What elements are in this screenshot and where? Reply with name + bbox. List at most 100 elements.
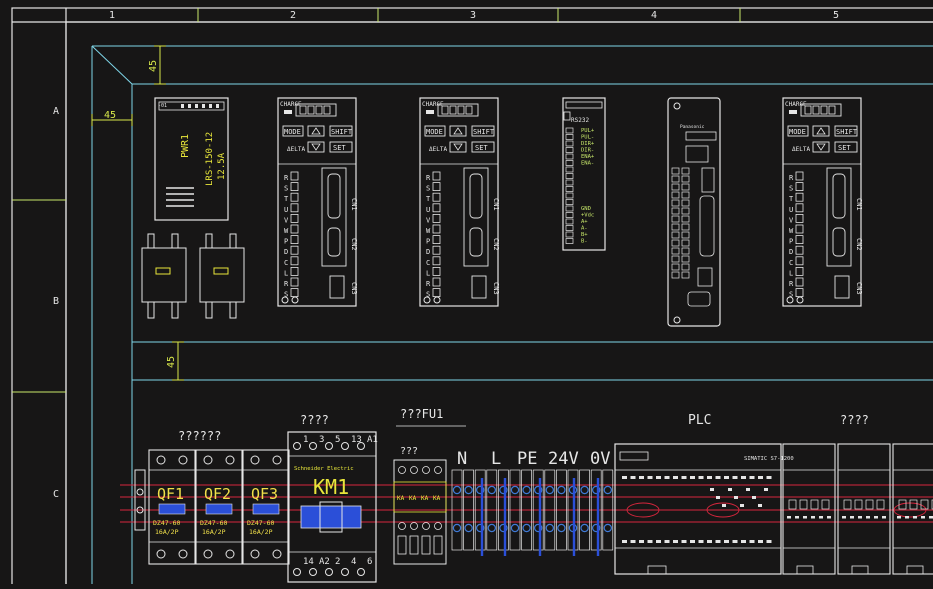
fuse-cartridge xyxy=(433,535,443,555)
module-terminal xyxy=(810,499,819,510)
psu-model: LRS-150-12 xyxy=(205,132,215,186)
stepper-terminal xyxy=(565,153,574,160)
drive-terminal-label: S xyxy=(426,185,430,193)
module-led xyxy=(913,516,917,519)
plc-io-led xyxy=(639,540,644,543)
module-led xyxy=(819,516,823,519)
drive-terminal-screw xyxy=(290,245,299,255)
column-label-1: 1 xyxy=(109,10,115,21)
stepper-terminal xyxy=(565,231,574,238)
psu-tag: PWR1 xyxy=(180,134,191,158)
stepper-terminal xyxy=(565,238,574,244)
servo-drive-1: CHARGE MODE SHIFT ΔELTA SET CN1 CN2 CN3 … xyxy=(277,97,358,307)
panasonic-terminal xyxy=(671,215,680,223)
drive-terminal-label: R xyxy=(789,174,794,182)
plc-io-led xyxy=(749,540,755,543)
screw-icon xyxy=(487,485,496,495)
screw-icon xyxy=(510,485,520,495)
plc-io-led xyxy=(732,476,738,479)
drive-terminal-label: U xyxy=(426,206,430,214)
panasonic-terminal xyxy=(671,167,680,175)
screw-icon xyxy=(250,455,260,465)
screw-icon xyxy=(325,568,333,576)
plc-io-led xyxy=(664,540,670,543)
stepper-terminal xyxy=(565,186,574,192)
breaker-tag: QF3 xyxy=(251,485,278,503)
drive-terminal-label: D xyxy=(426,248,430,256)
plc-io-led xyxy=(673,476,678,479)
drive-terminal-label: T xyxy=(426,195,431,203)
drive-terminal-screw xyxy=(290,235,299,245)
module-terminal xyxy=(821,499,830,510)
plc-io-led xyxy=(656,540,661,543)
drive-terminal-label: D xyxy=(789,248,793,256)
stepper-power-label: B- xyxy=(581,239,588,245)
plc-io-led xyxy=(758,540,763,543)
panasonic-terminal xyxy=(671,231,680,239)
module-group-label: ???? xyxy=(840,413,869,427)
drive-terminal-screw xyxy=(290,256,299,266)
module-led xyxy=(882,516,886,519)
breaker-tag: QF1 xyxy=(157,485,184,503)
column-label-5: 5 xyxy=(833,10,839,21)
column-label-3: 3 xyxy=(470,10,476,21)
drive-terminal-screw xyxy=(432,266,441,276)
drive-port-cn1: CN1 xyxy=(855,198,863,211)
drive-terminal-label: P xyxy=(789,238,793,246)
servo-drive-2: CHARGE MODE SHIFT ΔELTA SET CN1 CN2 CN3 … xyxy=(419,97,500,307)
screw-icon xyxy=(545,485,555,495)
plc-io-led xyxy=(681,540,687,543)
drive-terminal-screw xyxy=(432,288,441,298)
module-terminal xyxy=(843,499,852,510)
contactor-group-label: ???? xyxy=(300,413,329,427)
drive-charge-label: CHARGE xyxy=(422,101,444,108)
terminal-label-n: N xyxy=(457,449,467,469)
drive-terminal-screw xyxy=(290,213,299,223)
contactor: Schneider Electric KM1 1 3 5 13 A1 14 A2 2 4 6 xyxy=(287,431,378,583)
contactor-terminal-label: 2 xyxy=(335,557,340,567)
screw-icon xyxy=(545,523,555,533)
plc-io-led xyxy=(734,496,738,499)
drive-terminal-label: L xyxy=(789,269,793,277)
drive-terminal-label: L xyxy=(426,269,430,277)
drive-terminal-label: R xyxy=(284,280,289,288)
screw-icon xyxy=(603,523,613,533)
plc-io-led xyxy=(622,476,627,479)
drive-shift-key: SHIFT xyxy=(331,128,353,136)
column-label-4: 4 xyxy=(651,10,657,21)
dimension-middle: 45 xyxy=(166,356,177,368)
screw-icon xyxy=(464,485,473,495)
plc-io-led xyxy=(764,488,768,491)
drive-terminal-label: W xyxy=(426,227,431,235)
contactor-terminal-label: 13 xyxy=(351,435,362,445)
plc-io-led xyxy=(710,488,714,491)
drive-terminal-screw xyxy=(795,245,804,255)
drive-terminal-screw xyxy=(795,235,804,245)
fuse-block-label: KA xyxy=(409,495,417,502)
plc-io-led xyxy=(630,476,636,479)
panasonic-terminal xyxy=(671,175,680,183)
drive-terminal-screw xyxy=(290,182,299,192)
plc-io-led xyxy=(673,540,678,543)
drive-port-cn1: CN1 xyxy=(492,198,500,211)
drive-terminal-label: U xyxy=(789,206,793,214)
stepper-power-label: A- xyxy=(581,226,588,232)
panasonic-terminal xyxy=(681,231,690,239)
plc-io-led xyxy=(707,476,712,479)
module-led xyxy=(858,516,862,519)
screw-icon xyxy=(272,549,282,559)
drive-port-cn2: CN2 xyxy=(350,238,358,251)
terminal-label-24v: 24V xyxy=(548,449,579,469)
power-supply: -01 PWR1 LRS-150-12 12.5A xyxy=(154,97,229,221)
stepper-terminal xyxy=(565,179,574,186)
breaker-group: QF1DZ47-6016A/2PQF2DZ47-6016A/2PQF3DZ47-… xyxy=(148,449,290,565)
drive-port-cn3: CN3 xyxy=(350,282,358,295)
fuse-group-label: ??? xyxy=(400,446,418,457)
module-led xyxy=(795,516,799,519)
drive-terminal-label: W xyxy=(284,227,289,235)
drive-brand: ΔELTA xyxy=(287,146,305,153)
dimensions xyxy=(91,45,184,381)
drive-terminal-label: U xyxy=(284,206,288,214)
plc-io-led xyxy=(690,476,695,479)
screw-icon xyxy=(452,523,462,533)
